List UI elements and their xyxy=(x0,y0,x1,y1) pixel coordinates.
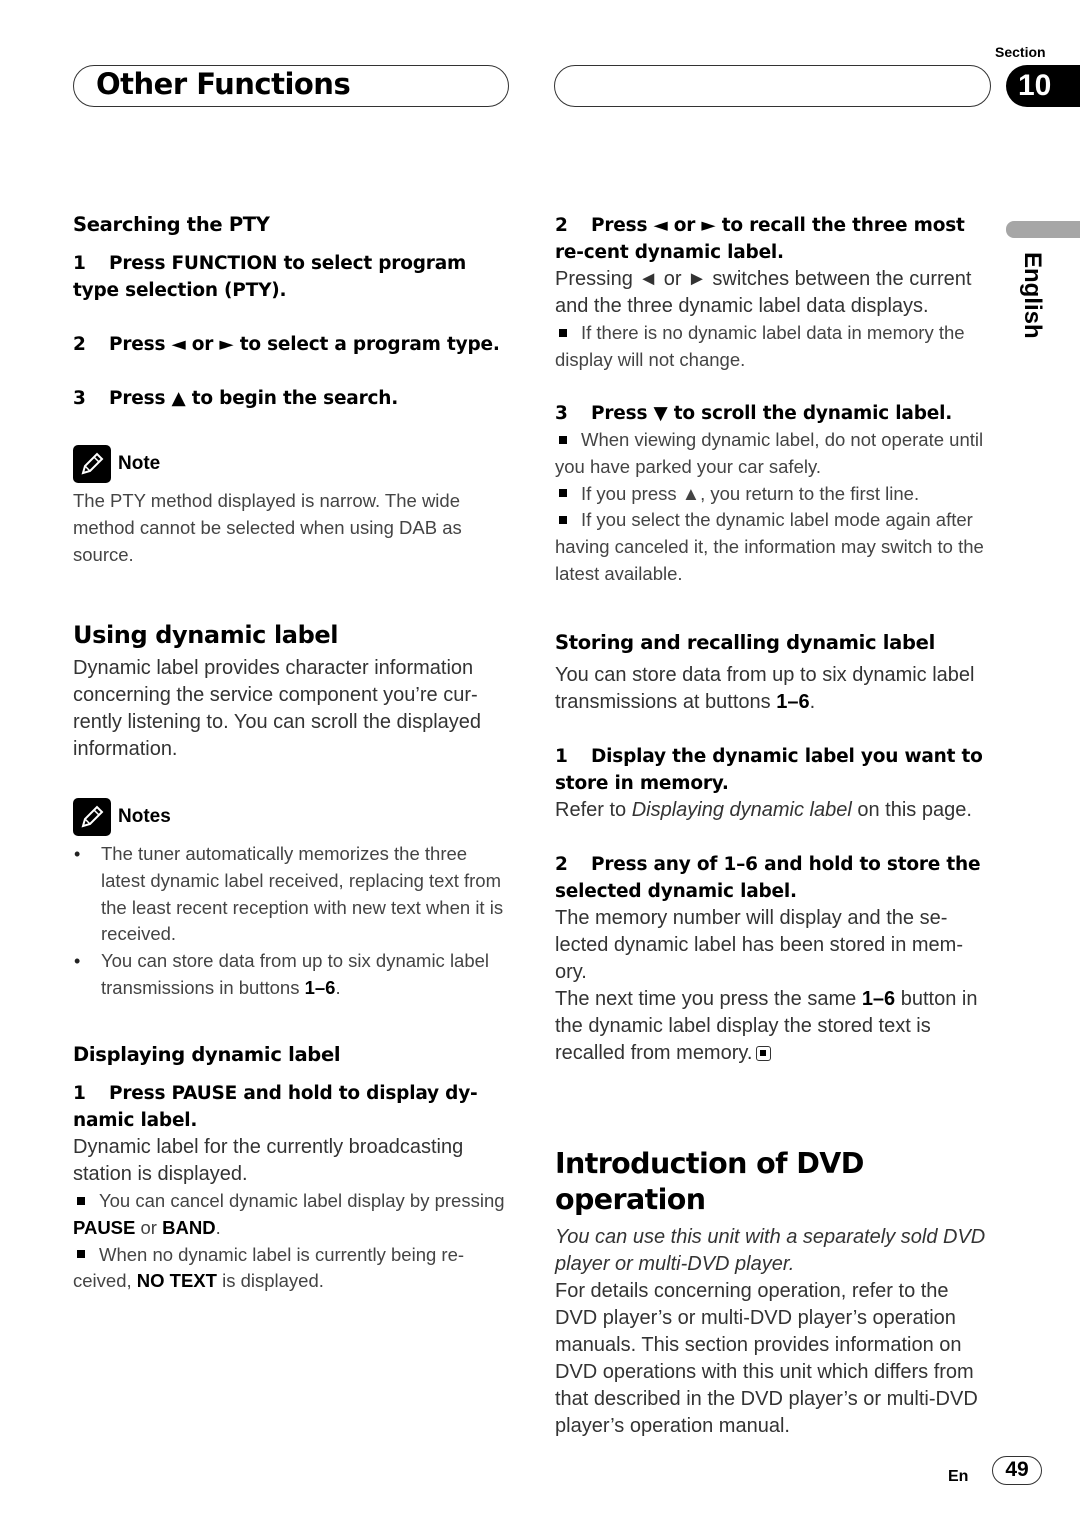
cross-reference-link: Displaying dynamic label xyxy=(631,799,852,821)
step-body: Refer to Displaying dynamic label on thi… xyxy=(555,799,972,821)
section-label: Section xyxy=(995,44,1046,60)
list-item: The tuner automatically memorizes the th… xyxy=(73,841,508,948)
displaying-dynamic-label-section: Displaying dynamic label 1 Press PAUSE an… xyxy=(73,1042,508,1295)
note-title: Note xyxy=(118,453,161,474)
notes-box: Notes The tuner automatically memorizes … xyxy=(73,797,508,1002)
searching-pty-section: Searching the PTY 1 Press FUNCTION to sel… xyxy=(73,212,508,412)
step-3: 3 Press ▼ to scroll the dynamic label. xyxy=(555,403,953,424)
recall-step-section: 2 Press ◄ or ► to recall the three most r… xyxy=(555,212,990,374)
step-body: The memory number will display and the s… xyxy=(555,907,963,983)
section-heading: Using dynamic label xyxy=(73,621,339,649)
using-dynamic-label-section: Using dynamic label Dynamic label provid… xyxy=(73,620,508,763)
dvd-intro-section: Introduction of DVD operation You can us… xyxy=(555,1146,990,1440)
section-heading: Searching the PTY xyxy=(73,213,270,236)
square-bullet-icon xyxy=(559,328,567,337)
square-bullet-icon xyxy=(559,489,567,498)
section-number-tab: 10 xyxy=(1006,65,1080,107)
step-2: 2 Press any of 1–6 and hold to store the … xyxy=(555,854,981,902)
storing-recalling-section: Storing and recalling dynamic label You … xyxy=(555,630,990,1067)
bullet-item: When no dynamic label is currently being… xyxy=(73,1243,465,1292)
section-heading: Storing and recalling dynamic label xyxy=(555,631,935,654)
square-bullet-icon xyxy=(77,1196,85,1205)
section-heading: Introduction of DVD operation xyxy=(555,1147,864,1216)
step-1: 1 Press PAUSE and hold to display dy-nami… xyxy=(73,1083,478,1131)
note-text: The PTY method displayed is narrow. The … xyxy=(73,490,462,565)
chapter-title-box: Other Functions xyxy=(73,65,509,107)
step-body: Dynamic label for the currently broadcas… xyxy=(73,1136,464,1185)
bullet-item: If there is no dynamic label data in mem… xyxy=(555,322,965,370)
section-lead: You can use this unit with a separately … xyxy=(555,1226,986,1275)
step-body-2: The next time you press the same 1–6 but… xyxy=(555,988,978,1064)
header-blank-box xyxy=(554,65,991,107)
pencil-icon xyxy=(73,798,111,836)
notes-list: The tuner automatically memorizes the th… xyxy=(73,841,508,1002)
bullet-item: If you select the dynamic label mode aga… xyxy=(555,509,984,584)
square-bullet-icon xyxy=(559,516,567,524)
language-label: English xyxy=(1019,252,1046,339)
step-2: 2 Press ◄ or ► to select a program type. xyxy=(73,334,500,355)
language-tab: English xyxy=(1016,252,1046,352)
section-body: For details concerning operation, refer … xyxy=(555,1280,978,1437)
bullet-item: You can cancel dynamic label display by … xyxy=(73,1190,505,1238)
square-bullet-icon xyxy=(559,435,567,444)
step-3: 3 Press ▲ to begin the search. xyxy=(73,388,399,409)
square-bullet-icon xyxy=(77,1250,85,1259)
step-2: 2 Press ◄ or ► to recall the three most r… xyxy=(555,215,965,263)
scroll-step-section: 3 Press ▼ to scroll the dynamic label. Wh… xyxy=(555,400,990,588)
page-number: 49 xyxy=(992,1456,1042,1485)
list-item: You can store data from up to six dynami… xyxy=(73,948,508,1002)
note-box: Note The PTY method displayed is narrow.… xyxy=(73,444,508,568)
footer-language-code: En xyxy=(948,1468,969,1485)
step-body: Pressing ◄ or ► switches between the cur… xyxy=(555,268,972,317)
section-heading: Displaying dynamic label xyxy=(73,1043,341,1066)
language-tab-bar xyxy=(1006,221,1080,238)
step-1: 1 Display the dynamic label you want to s… xyxy=(555,746,983,794)
pencil-icon xyxy=(73,445,111,483)
section-body: Dynamic label provides character informa… xyxy=(73,657,482,760)
bullet-item: If you press ▲, you return to the first … xyxy=(555,481,990,508)
notes-title: Notes xyxy=(118,806,171,827)
chapter-title: Other Functions xyxy=(96,67,351,101)
bullet-item: When viewing dynamic label, do not opera… xyxy=(555,429,984,477)
section-intro: You can store data from up to six dynami… xyxy=(555,664,975,713)
end-of-section-icon xyxy=(756,1046,772,1061)
step-1: 1 Press FUNCTION to select program type s… xyxy=(73,253,467,301)
